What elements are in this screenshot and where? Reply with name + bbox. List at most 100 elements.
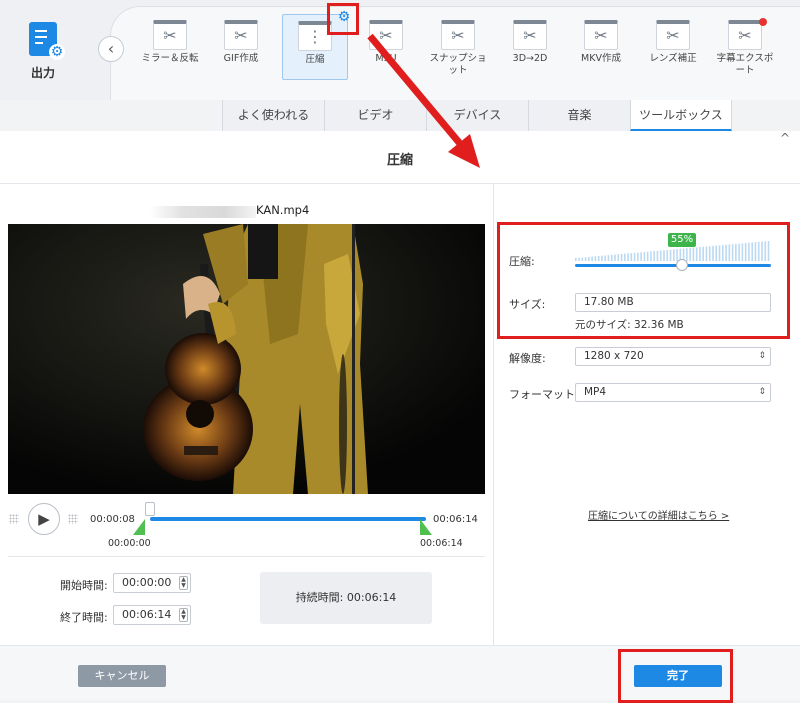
stepper-icon[interactable]: ▲ ▼: [179, 608, 188, 622]
tool-label: 圧縮: [305, 54, 325, 65]
notification-dot-icon: [759, 18, 767, 26]
tool-label: ミラー＆反転: [141, 53, 199, 64]
slider-handle[interactable]: [676, 259, 688, 271]
file-name-text: KAN.mp4: [256, 203, 310, 217]
compression-bar: [666, 249, 669, 261]
compression-bar: [630, 253, 633, 261]
scroll-left-button[interactable]: ‹: [98, 36, 124, 62]
tool-label: レンズ補正: [649, 53, 697, 64]
tool-mkv-maker[interactable]: ✂ MKV作成: [568, 14, 634, 65]
tool-icon: ✂: [224, 20, 258, 50]
cancel-button[interactable]: キャンセル: [78, 665, 166, 687]
start-time-value: 00:00:00: [122, 576, 172, 589]
compression-slider[interactable]: 55%: [575, 233, 771, 271]
compression-bar: [702, 246, 704, 261]
original-size: 元のサイズ: 32.36 MB: [575, 319, 684, 331]
tool-3d-to-2d[interactable]: ✂ 3D→2D: [497, 14, 563, 65]
highlight-box: [327, 3, 359, 35]
tool-subtitle-export[interactable]: ✂ 字幕エクスポート: [712, 14, 778, 77]
stepper-icon[interactable]: ▲ ▼: [179, 576, 188, 590]
compression-details-link[interactable]: 圧縮についての詳細はこちら >: [588, 507, 729, 522]
compression-bar: [594, 256, 597, 261]
playback-controls: ▶ 00:00:08 00:06:14 00:00:00 00:06:14: [0, 501, 490, 551]
resolution-value: 1280 x 720: [584, 350, 644, 362]
tool-label: 字幕エクスポート: [716, 53, 774, 76]
compress-dialog: ^ 圧縮 KAN.mp4 ▶ 00:00:08 00:06:14 00:00:0…: [0, 131, 800, 703]
compression-bar: [673, 249, 675, 261]
compression-bar: [738, 243, 740, 261]
tool-label: スナップショット: [429, 53, 487, 76]
size-label: サイズ:: [509, 298, 546, 311]
compression-bar: [653, 251, 655, 261]
compression-bar: [640, 252, 642, 261]
compression-bar: [581, 257, 584, 261]
compression-bar: [637, 252, 639, 261]
compression-bar: [754, 242, 757, 261]
tab-toolbox[interactable]: ツールボックス: [630, 100, 732, 131]
total-time: 00:06:14: [433, 514, 478, 525]
trim-start-marker: 00:00:00: [108, 538, 151, 549]
tool-snapshot[interactable]: ✂ スナップショット: [425, 14, 491, 77]
tool-lens-correction[interactable]: ✂ レンズ補正: [640, 14, 706, 65]
start-time-input[interactable]: 00:00:00 ▲ ▼: [113, 573, 191, 593]
tab-video[interactable]: ビデオ: [324, 100, 426, 131]
divider: [0, 183, 800, 184]
size-value: 17.80 MB: [584, 296, 634, 308]
compression-bar: [725, 244, 727, 261]
play-button[interactable]: ▶: [28, 503, 60, 535]
end-time-input[interactable]: 00:06:14 ▲ ▼: [113, 605, 191, 625]
tool-mirror-flip[interactable]: ✂ ミラー＆反転: [137, 14, 203, 65]
compression-bar: [656, 250, 659, 261]
compression-bar: [578, 257, 580, 261]
done-button[interactable]: 完了: [634, 665, 722, 687]
compression-bar: [751, 242, 753, 261]
category-tabs: よく使われる ビデオ デバイス 音楽 ツールボックス: [222, 100, 732, 131]
compress-label: 圧縮:: [509, 255, 535, 268]
video-frame-image: [8, 224, 485, 494]
duration-value: 00:06:14: [346, 591, 397, 604]
resolution-select[interactable]: 1280 x 720 ⇕: [575, 347, 771, 366]
drag-handle-icon[interactable]: [68, 514, 78, 524]
timeline-track[interactable]: [150, 517, 426, 521]
output-settings-icon: ⚙: [29, 22, 65, 60]
compression-bar: [607, 255, 610, 261]
start-time-label: 開始時間:: [60, 579, 108, 592]
tool-gif-maker[interactable]: ✂ GIF作成: [208, 14, 274, 65]
compression-bar: [624, 253, 626, 261]
compression-bar: [627, 253, 629, 261]
tab-device[interactable]: デバイス: [426, 100, 528, 131]
playhead-handle[interactable]: [145, 502, 155, 516]
tab-common[interactable]: よく使われる: [222, 100, 324, 131]
tool-icon: ✂: [153, 20, 187, 50]
collapse-icon[interactable]: ^: [780, 131, 790, 145]
output-button[interactable]: ⚙ 出力: [20, 22, 66, 81]
tool-icon: ✂: [584, 20, 618, 50]
compression-bar: [728, 244, 731, 261]
compression-bar: [633, 252, 636, 261]
format-label: フォーマット:: [509, 388, 579, 401]
format-select[interactable]: MP4 ⇕: [575, 383, 771, 402]
compression-bar: [610, 254, 613, 261]
divider: [8, 556, 485, 557]
tab-music[interactable]: 音楽: [528, 100, 630, 131]
compression-bar: [689, 247, 691, 261]
compression-bar: [757, 241, 760, 261]
redacted-filename: [150, 206, 256, 218]
compression-bar: [601, 255, 603, 261]
compression-bar: [597, 255, 600, 261]
trim-end-marker: 00:06:14: [420, 538, 463, 549]
compression-bar: [741, 243, 744, 261]
tool-m3u[interactable]: ✂ M3U: [353, 14, 419, 65]
tool-icon: ✂: [728, 18, 767, 50]
compression-bar: [761, 241, 763, 261]
compression-bar: [643, 251, 646, 261]
size-input[interactable]: 17.80 MB: [575, 293, 771, 312]
compression-bar: [584, 257, 587, 261]
trim-end-handle[interactable]: [420, 519, 432, 535]
compression-bar: [663, 250, 665, 261]
slider-track[interactable]: [575, 264, 771, 267]
file-name: KAN.mp4: [150, 203, 310, 219]
compression-bar: [686, 248, 688, 261]
drag-handle-icon[interactable]: [9, 514, 19, 524]
end-time-label: 終了時間:: [60, 611, 108, 624]
